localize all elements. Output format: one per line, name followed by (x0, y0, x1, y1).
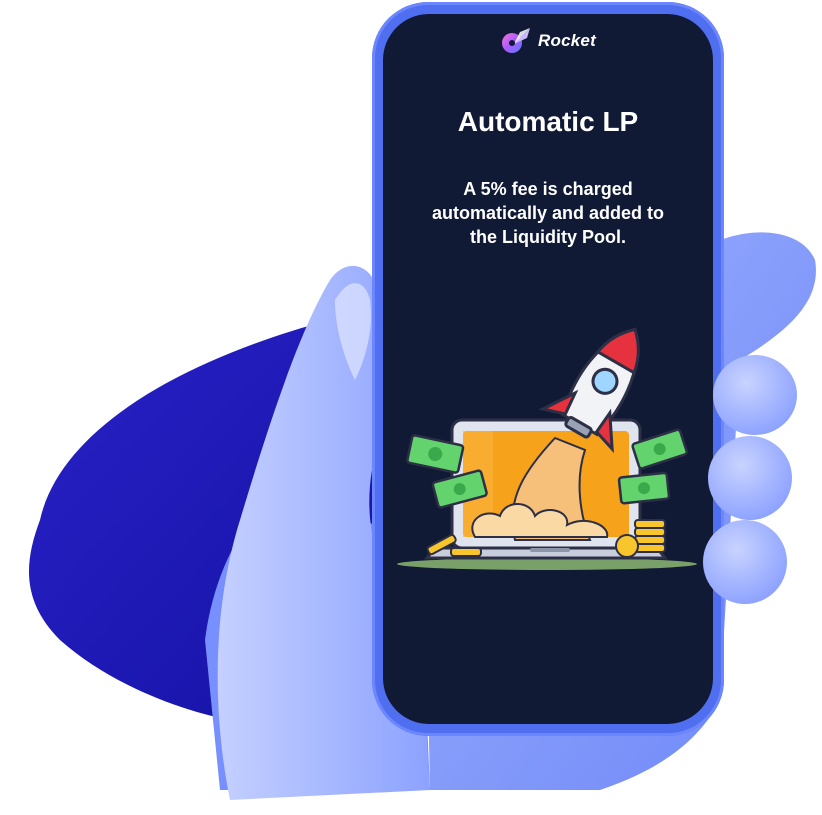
onboarding-illustration: Rocket Automatic LP A 5% fee is charged … (0, 0, 822, 815)
ground-shadow (397, 558, 697, 570)
slide-description: A 5% fee is charged automatically and ad… (431, 179, 665, 247)
rocket-logo-icon (502, 28, 531, 53)
brand-name: Rocket (538, 31, 596, 50)
brand-header: Rocket (383, 26, 713, 56)
slide-title: Automatic LP (457, 106, 639, 137)
rocket-laptop-illustration (397, 327, 697, 570)
